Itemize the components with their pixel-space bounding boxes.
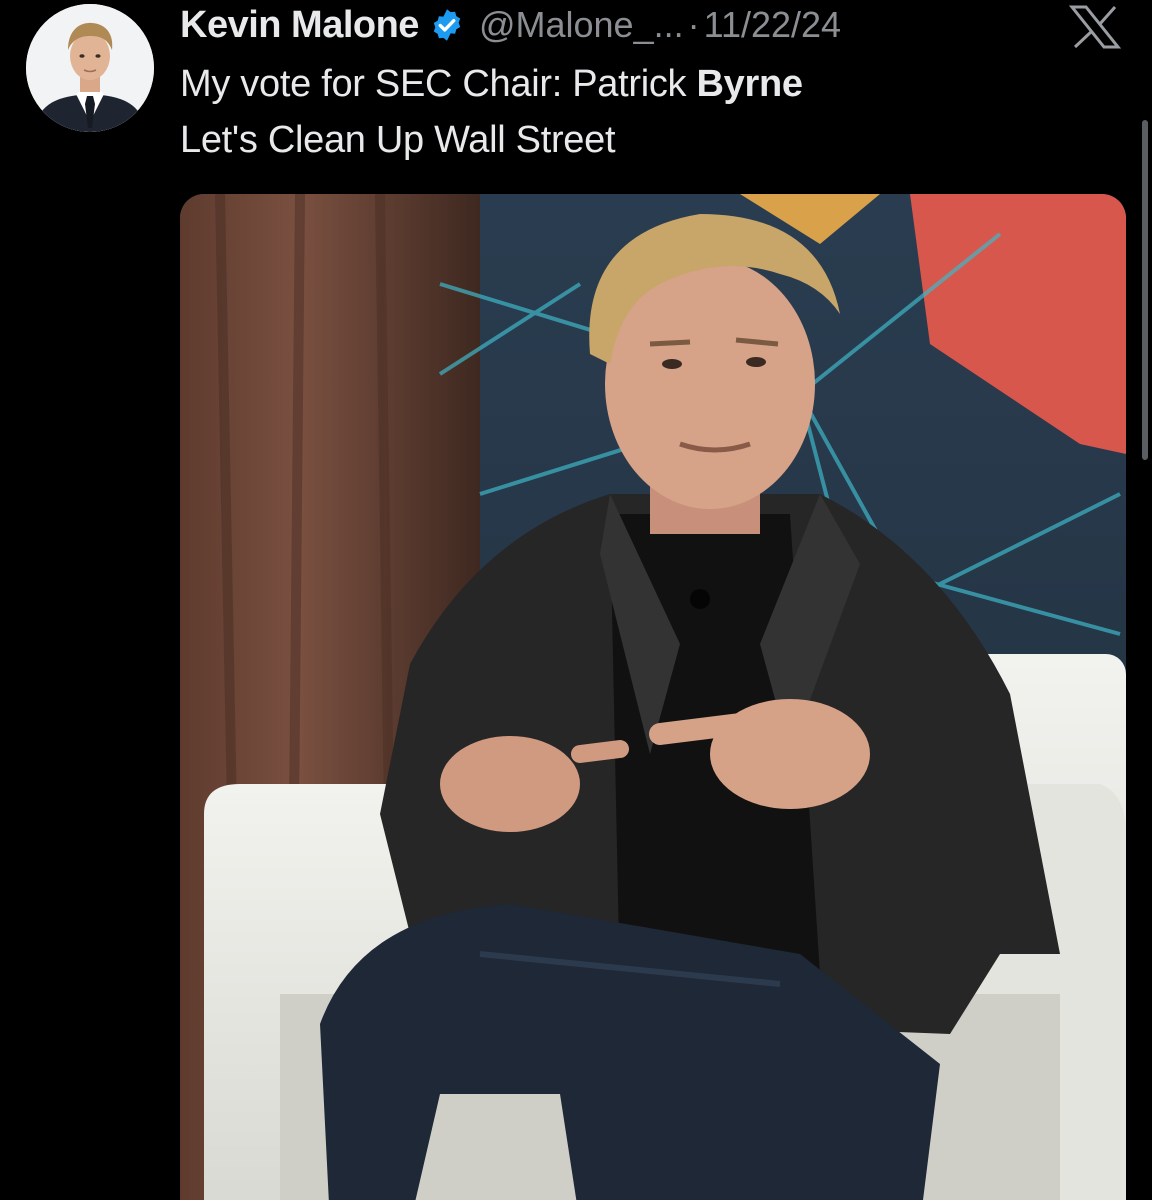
- tweet-text-line-1-prefix: My vote for SEC Chair: Patrick: [180, 63, 697, 105]
- tweet-text-line-1-bold: Byrne: [696, 63, 804, 105]
- tweet-text-line-2: Let's Clean Up Wall Street: [180, 119, 616, 161]
- post-date[interactable]: 11/22/24: [704, 4, 841, 46]
- verified-badge-icon: [429, 7, 465, 43]
- avatar[interactable]: [26, 4, 154, 132]
- handle[interactable]: @Malone_...: [479, 4, 684, 46]
- tweet-text: My vote for SEC Chair: Patrick Byrne Let…: [180, 56, 803, 168]
- display-name[interactable]: Kevin Malone: [180, 4, 419, 47]
- tweet[interactable]: Kevin Malone @Malone_... · 11/22/24 My v…: [0, 0, 1152, 1200]
- separator-dot: ·: [687, 4, 700, 45]
- x-logo-icon: [1068, 4, 1122, 50]
- tweet-media-image[interactable]: [180, 194, 1126, 1200]
- scrollbar[interactable]: [1142, 120, 1148, 460]
- tweet-text-line-1: My vote for SEC Chair: Patrick Byrne: [180, 56, 803, 112]
- tweet-header: Kevin Malone @Malone_... · 11/22/24: [180, 0, 841, 50]
